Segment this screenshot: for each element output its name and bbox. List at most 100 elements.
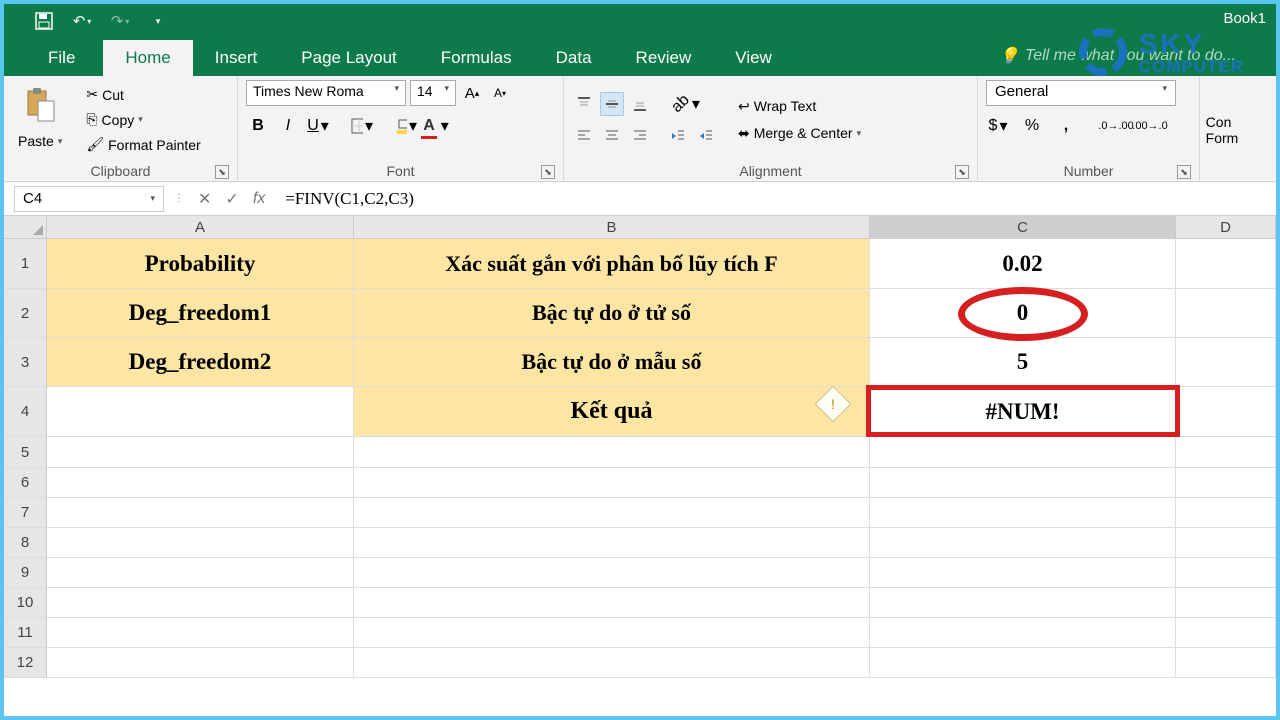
conditional-formatting-partial[interactable]: Con Form <box>1206 115 1239 146</box>
fill-color-button[interactable]: ▾ <box>394 114 418 138</box>
align-bottom-icon[interactable] <box>628 92 652 116</box>
cell-D11[interactable] <box>1176 618 1276 648</box>
row-header-9[interactable]: 9 <box>4 558 47 588</box>
col-header-B[interactable]: B <box>354 216 870 239</box>
row-header-8[interactable]: 8 <box>4 528 47 558</box>
row-header-6[interactable]: 6 <box>4 468 47 498</box>
align-center-icon[interactable] <box>600 124 624 148</box>
cell-A8[interactable] <box>47 528 354 558</box>
cell-C3[interactable]: 5 <box>870 338 1176 387</box>
cell-D8[interactable] <box>1176 528 1276 558</box>
tab-home[interactable]: Home <box>103 40 192 76</box>
qat-customize-icon[interactable]: ▾ <box>148 11 168 31</box>
tab-insert[interactable]: Insert <box>193 40 280 76</box>
fx-icon[interactable]: fx <box>253 190 265 208</box>
cell-D1[interactable] <box>1176 239 1276 289</box>
orientation-button[interactable]: ab▾ <box>666 92 706 116</box>
increase-indent-icon[interactable] <box>694 124 718 148</box>
enter-formula-icon[interactable]: ✓ <box>225 189 238 209</box>
cell-D9[interactable] <box>1176 558 1276 588</box>
cell-B6[interactable] <box>354 468 870 498</box>
cell-A12[interactable] <box>47 648 354 678</box>
cell-B4[interactable]: Kết quả <box>354 387 870 437</box>
paste-button[interactable]: Paste▾ <box>12 130 68 152</box>
cell-D6[interactable] <box>1176 468 1276 498</box>
cell-C8[interactable] <box>870 528 1176 558</box>
borders-button[interactable]: ▾ <box>350 114 374 138</box>
cancel-formula-icon[interactable]: ✕ <box>198 189 211 209</box>
tab-review[interactable]: Review <box>614 40 714 76</box>
row-header-1[interactable]: 1 <box>4 239 47 289</box>
cell-B5[interactable] <box>354 437 870 468</box>
increase-decimal-icon[interactable]: .0→.00 <box>1104 114 1128 138</box>
select-all-corner[interactable] <box>4 216 47 239</box>
font-color-button[interactable]: A▾ <box>424 114 448 138</box>
wrap-text-button[interactable]: ↩Wrap Text <box>732 95 867 118</box>
cell-B3[interactable]: Bậc tự do ở mẫu số <box>354 338 870 387</box>
row-header-4[interactable]: 4 <box>4 387 47 437</box>
cell-C6[interactable] <box>870 468 1176 498</box>
cell-B2[interactable]: Bậc tự do ở tử số <box>354 289 870 338</box>
cell-C5[interactable] <box>870 437 1176 468</box>
formula-options-icon[interactable]: ⋮ <box>174 193 184 204</box>
row-header-12[interactable]: 12 <box>4 648 47 678</box>
cell-A1[interactable]: Probability <box>47 239 354 289</box>
alignment-dialog-launcher[interactable]: ⬊ <box>955 165 969 179</box>
formula-input[interactable]: =FINV(C1,C2,C3) <box>285 189 414 209</box>
align-middle-icon[interactable] <box>600 92 624 116</box>
paste-icon[interactable] <box>24 87 56 128</box>
clipboard-dialog-launcher[interactable]: ⬊ <box>215 165 229 179</box>
number-dialog-launcher[interactable]: ⬊ <box>1177 165 1191 179</box>
merge-center-button[interactable]: ⬌Merge & Center▾ <box>732 122 867 145</box>
cell-D5[interactable] <box>1176 437 1276 468</box>
cell-B1[interactable]: Xác suất gắn với phân bố lũy tích F <box>354 239 870 289</box>
cut-button[interactable]: ✂Cut <box>80 83 206 106</box>
tab-formulas[interactable]: Formulas <box>419 40 534 76</box>
cell-B8[interactable] <box>354 528 870 558</box>
cell-D3[interactable] <box>1176 338 1276 387</box>
cell-C2[interactable]: 0 <box>870 289 1176 338</box>
col-header-D[interactable]: D <box>1176 216 1276 239</box>
row-header-11[interactable]: 11 <box>4 618 47 648</box>
cell-B9[interactable] <box>354 558 870 588</box>
save-icon[interactable] <box>34 11 54 31</box>
accounting-format-button[interactable]: $▾ <box>986 114 1010 138</box>
cell-A3[interactable]: Deg_freedom2 <box>47 338 354 387</box>
undo-icon[interactable]: ↶▾ <box>72 11 92 31</box>
cell-C9[interactable] <box>870 558 1176 588</box>
cell-A5[interactable] <box>47 437 354 468</box>
cell-B11[interactable] <box>354 618 870 648</box>
cell-D10[interactable] <box>1176 588 1276 618</box>
align-right-icon[interactable] <box>628 124 652 148</box>
row-header-2[interactable]: 2 <box>4 289 47 338</box>
tab-data[interactable]: Data <box>534 40 614 76</box>
font-name-select[interactable]: Times New Roma▾ <box>246 80 406 106</box>
bold-button[interactable]: B <box>246 114 270 138</box>
cell-C10[interactable] <box>870 588 1176 618</box>
align-left-icon[interactable] <box>572 124 596 148</box>
increase-font-icon[interactable]: A▴ <box>460 81 484 105</box>
tab-page-layout[interactable]: Page Layout <box>279 40 418 76</box>
cell-C12[interactable] <box>870 648 1176 678</box>
font-dialog-launcher[interactable]: ⬊ <box>541 165 555 179</box>
cell-A2[interactable]: Deg_freedom1 <box>47 289 354 338</box>
comma-format-button[interactable]: , <box>1054 114 1078 138</box>
cell-D7[interactable] <box>1176 498 1276 528</box>
col-header-A[interactable]: A <box>47 216 354 239</box>
cell-C4[interactable]: #NUM! <box>870 387 1176 437</box>
cell-A7[interactable] <box>47 498 354 528</box>
tab-view[interactable]: View <box>713 40 794 76</box>
cell-A11[interactable] <box>47 618 354 648</box>
decrease-font-icon[interactable]: A▾ <box>488 81 512 105</box>
cell-D4[interactable] <box>1176 387 1276 437</box>
percent-format-button[interactable]: % <box>1020 114 1044 138</box>
cell-A6[interactable] <box>47 468 354 498</box>
font-size-select[interactable]: 14▾ <box>410 80 456 106</box>
align-top-icon[interactable] <box>572 92 596 116</box>
row-header-10[interactable]: 10 <box>4 588 47 618</box>
format-painter-button[interactable]: 🖌Format Painter <box>80 133 206 156</box>
cell-B10[interactable] <box>354 588 870 618</box>
cell-D12[interactable] <box>1176 648 1276 678</box>
cell-B7[interactable] <box>354 498 870 528</box>
decrease-indent-icon[interactable] <box>666 124 690 148</box>
